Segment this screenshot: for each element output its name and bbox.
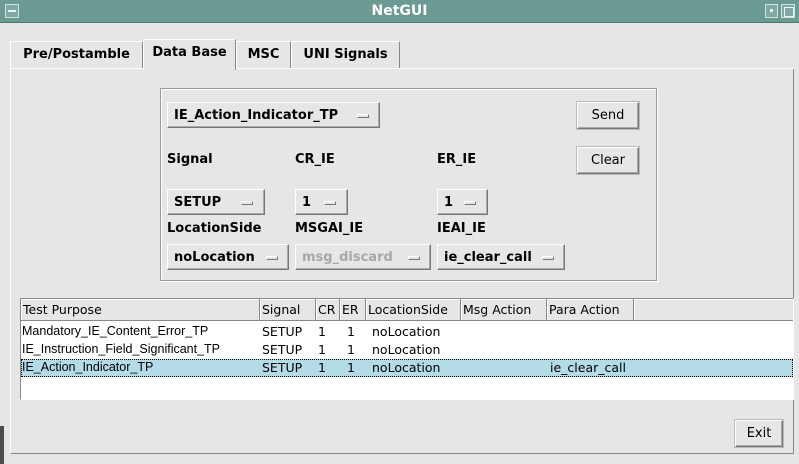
cell-location-side: noLocation: [372, 342, 441, 357]
option-menu-indicator-icon: [464, 201, 476, 205]
column-header-signal[interactable]: Signal: [260, 299, 316, 321]
column-header-para-action[interactable]: Para Action: [547, 299, 634, 321]
test-purpose-select-value: IE_Action_Indicator_TP: [174, 108, 339, 123]
er-ie-select-value: 1: [444, 195, 454, 210]
cell-cr: 1: [318, 324, 326, 339]
option-menu-indicator-icon: [357, 114, 369, 118]
clear-button[interactable]: Clear: [577, 147, 639, 174]
column-header-msg-action[interactable]: Msg Action: [461, 299, 547, 321]
tab-data-base[interactable]: Data Base: [143, 39, 236, 70]
ieai-ie-label: IEAI_IE: [437, 221, 486, 236]
cr-ie-label: CR_IE: [295, 152, 335, 167]
location-side-select-value: noLocation: [174, 250, 255, 265]
er-ie-label: ER_IE: [437, 152, 477, 167]
signal-select-value: SETUP: [174, 195, 222, 210]
cell-location-side: noLocation: [372, 360, 441, 375]
cell-signal: SETUP: [262, 324, 303, 339]
window-title: NetGUI: [371, 3, 428, 19]
send-button[interactable]: Send: [577, 102, 639, 129]
location-side-select[interactable]: noLocation: [167, 244, 289, 270]
cell-para-action: ie_clear_call: [550, 360, 626, 375]
msgai-ie-select: msg_discard: [295, 244, 431, 270]
location-side-label: LocationSide: [167, 221, 262, 236]
cell-er: 1: [347, 342, 355, 357]
test-purpose-table[interactable]: Test Purpose Signal CR ER LocationSide M…: [20, 298, 794, 400]
window-frame-left: [0, 23, 9, 464]
test-purpose-select[interactable]: IE_Action_Indicator_TP: [167, 102, 380, 128]
column-header-er[interactable]: ER: [340, 299, 366, 321]
option-menu-indicator-icon: [241, 201, 253, 205]
tab-uni-signals[interactable]: UNI Signals: [291, 41, 400, 68]
msgai-ie-label: MSGAI_IE: [295, 221, 364, 236]
cr-ie-select-value: 1: [302, 195, 312, 210]
option-menu-indicator-icon: [266, 256, 278, 260]
msgai-ie-select-value: msg_discard: [302, 250, 393, 265]
cell-test-purpose: Mandatory_IE_Content_Error_TP: [22, 324, 209, 338]
column-header-cr[interactable]: CR: [316, 299, 340, 321]
cell-er: 1: [347, 360, 355, 375]
column-header-location-side[interactable]: LocationSide: [366, 299, 461, 321]
cell-cr: 1: [318, 360, 326, 375]
table-header: Test Purpose Signal CR ER LocationSide M…: [21, 299, 793, 321]
cr-ie-select[interactable]: 1: [295, 189, 348, 215]
option-menu-indicator-icon: [408, 256, 420, 260]
exit-button[interactable]: Exit: [735, 420, 783, 447]
cell-signal: SETUP: [262, 360, 303, 375]
cell-signal: SETUP: [262, 342, 303, 357]
table-row-selected[interactable]: IE_Action_Indicator_TP SETUP 1 1 noLocat…: [21, 359, 793, 377]
tab-pre-postamble[interactable]: Pre/Postamble: [10, 41, 143, 68]
signal-label: Signal: [167, 152, 213, 167]
cell-cr: 1: [318, 342, 326, 357]
column-header-filler: [634, 299, 793, 321]
cell-test-purpose: IE_Instruction_Field_Significant_TP: [22, 342, 221, 356]
cell-test-purpose: IE_Action_Indicator_TP: [22, 360, 154, 374]
cell-er: 1: [347, 324, 355, 339]
ieai-ie-select-value: ie_clear_call: [444, 250, 532, 265]
signal-select[interactable]: SETUP: [167, 189, 265, 215]
column-header-test-purpose[interactable]: Test Purpose: [21, 299, 260, 321]
minimize-icon[interactable]: [765, 4, 778, 18]
table-row[interactable]: IE_Instruction_Field_Significant_TP SETU…: [21, 341, 793, 359]
cell-location-side: noLocation: [372, 324, 441, 339]
er-ie-select[interactable]: 1: [437, 189, 488, 215]
title-bar: NetGUI: [0, 0, 799, 23]
ieai-ie-select[interactable]: ie_clear_call: [437, 244, 565, 270]
option-menu-indicator-icon: [324, 201, 336, 205]
option-menu-indicator-icon: [542, 256, 554, 260]
maximize-icon[interactable]: [781, 4, 795, 18]
tab-msc[interactable]: MSC: [236, 41, 291, 68]
table-row[interactable]: Mandatory_IE_Content_Error_TP SETUP 1 1 …: [21, 323, 793, 341]
resize-handle[interactable]: [0, 426, 4, 464]
